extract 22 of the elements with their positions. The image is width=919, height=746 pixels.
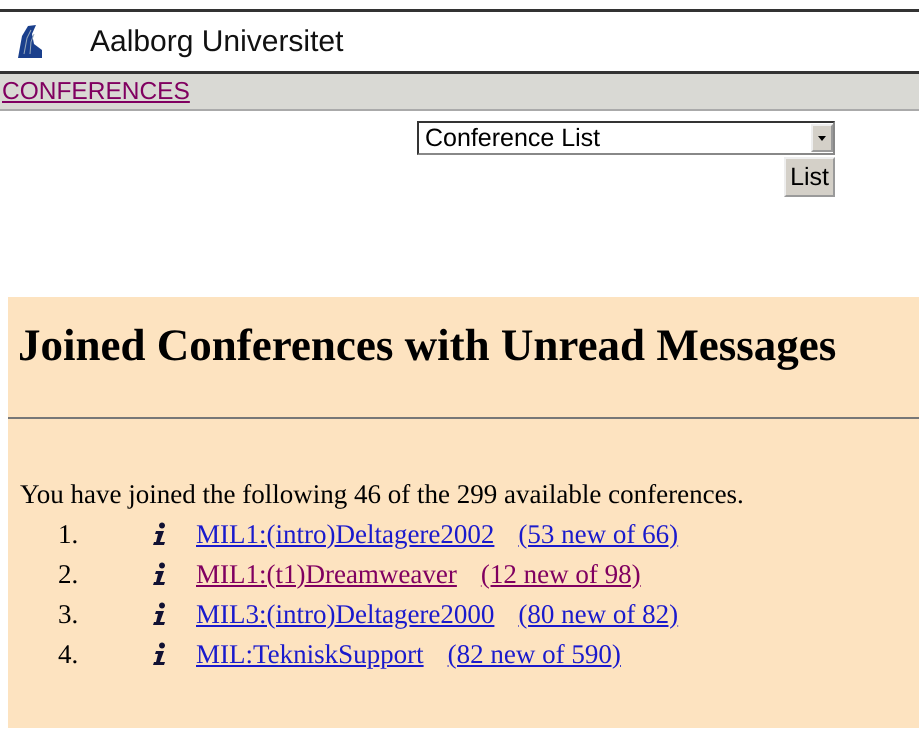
info-icon[interactable] xyxy=(152,522,168,546)
site-title: Aalborg Universitet xyxy=(90,24,344,58)
nav-link[interactable]: CONFERENCES xyxy=(2,78,190,106)
list-button[interactable]: List xyxy=(784,157,835,197)
info-icon[interactable] xyxy=(152,642,168,666)
list-number: 1. xyxy=(58,518,80,550)
conference-link[interactable]: MIL3:(intro)Deltagere2000 xyxy=(196,598,494,630)
conference-link[interactable]: MIL1:(t1)Dreamweaver xyxy=(196,558,457,590)
list-number: 3. xyxy=(58,598,80,630)
list-number: 2. xyxy=(58,558,80,590)
message-count-link[interactable]: (12 new of 98) xyxy=(480,558,641,590)
conference-link[interactable]: MIL:TekniskSupport xyxy=(196,638,424,670)
message-count-link[interactable]: (53 new of 66) xyxy=(518,518,678,550)
page-heading: Joined Conferences with Unread Messages xyxy=(18,319,838,371)
info-icon[interactable] xyxy=(152,602,168,626)
list-number: 4. xyxy=(58,638,80,670)
info-icon[interactable] xyxy=(152,562,168,586)
conference-select[interactable]: Conference List xyxy=(417,121,835,155)
message-count-link[interactable]: (82 new of 590) xyxy=(448,638,621,670)
intro-text: You have joined the following 46 of the 299 available conferences. xyxy=(20,479,745,510)
conference-link[interactable]: MIL1:(intro)Deltagere2002 xyxy=(196,518,494,550)
message-count-link[interactable]: (80 new of 82) xyxy=(518,598,678,630)
